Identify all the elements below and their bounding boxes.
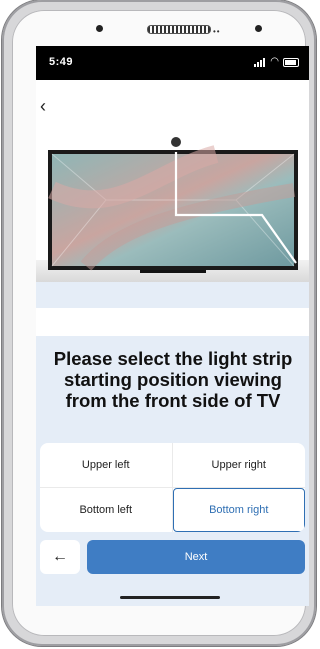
sensor-dots: •• [213,27,221,36]
tv-camera-dot [171,137,181,147]
chevron-left-icon[interactable]: ‹ [40,97,58,116]
front-camera [96,25,103,32]
option-upper-left[interactable]: Upper left [40,443,173,488]
position-options: Upper left Upper right Bottom left Botto… [40,443,305,532]
footer-bar: ← Next [40,540,305,574]
option-upper-right[interactable]: Upper right [172,443,305,488]
next-button[interactable]: Next [87,540,305,574]
option-bottom-left[interactable]: Bottom left [40,487,173,532]
status-time: 5:49 [49,56,74,68]
wifi-icon: ◠ [270,56,279,67]
tv-illustration [36,137,309,308]
proximity-sensor [255,25,262,32]
status-icons: ◠ [254,57,299,67]
status-bar: 5:49 ◠ [36,46,309,80]
tv-stand [140,270,206,273]
speaker-grille [147,25,211,34]
page-title: Please select the light strip starting p… [53,348,293,411]
arrow-left-icon[interactable]: ← [40,540,80,574]
battery-icon [283,57,299,67]
app-screen: 5:49 ◠ ‹ Please select the light strip s… [36,46,309,606]
option-bottom-right[interactable]: Bottom right [172,487,305,532]
signal-icon [254,57,266,67]
home-indicator[interactable] [120,596,220,599]
